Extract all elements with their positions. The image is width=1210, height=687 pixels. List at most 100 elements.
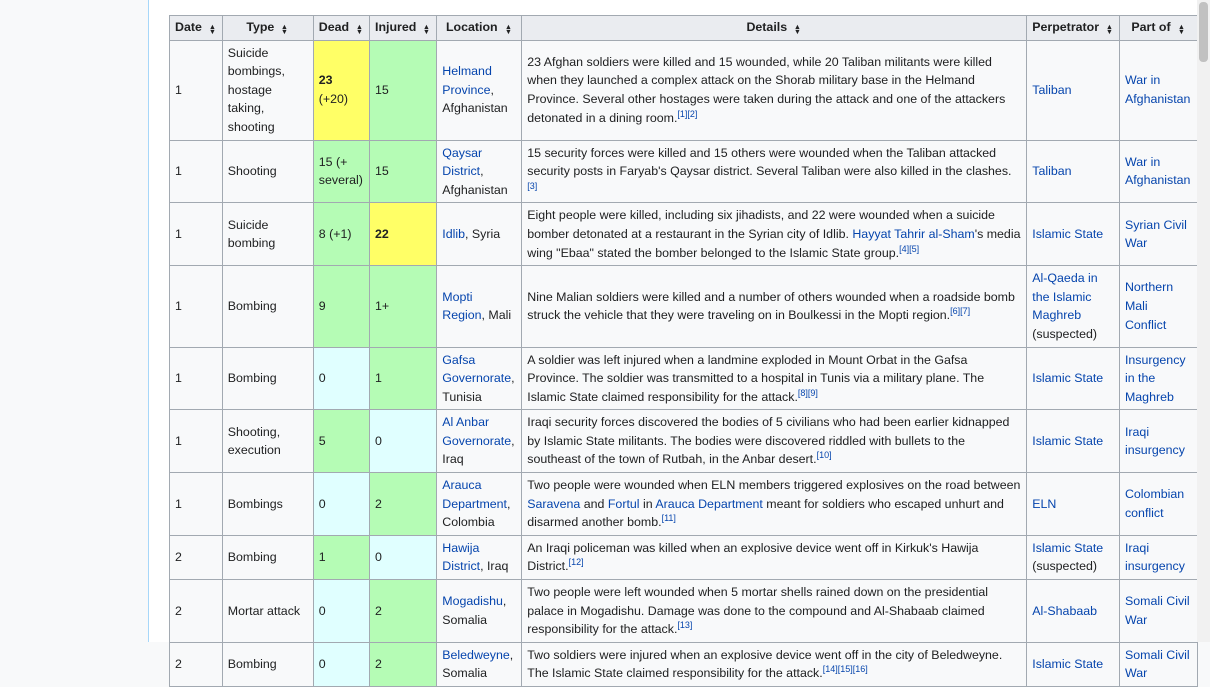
perpetrator-link[interactable]: Taliban — [1032, 164, 1071, 178]
column-header-date[interactable]: Date ▲ ▼ — [169, 15, 223, 41]
date-cell: 1 — [169, 139, 223, 204]
perpetrator-link[interactable]: Islamic State — [1032, 371, 1103, 385]
location-link[interactable]: Idlib — [442, 227, 465, 241]
column-header-location[interactable]: Location ▲ ▼ — [436, 15, 523, 41]
location-link[interactable]: Mogadishu — [442, 594, 503, 608]
sort-icon[interactable]: ▲ ▼ — [355, 23, 364, 35]
location-text: , Iraq — [480, 559, 509, 574]
location-cell: Helmand Province, Afghanistan — [436, 39, 523, 141]
date-cell: 2 — [169, 641, 223, 687]
location-link[interactable]: Mopti Region — [442, 290, 481, 323]
vertical-scrollbar[interactable] — [1197, 0, 1210, 642]
sort-icon[interactable]: ▲ ▼ — [422, 23, 431, 35]
part-of-link[interactable]: Iraqi insurgency — [1125, 425, 1185, 458]
location-link[interactable]: Helmand Province — [442, 64, 492, 97]
details-cell: Two people were left wounded when 5 mort… — [521, 579, 1028, 643]
perpetrator-link[interactable]: Islamic State — [1032, 227, 1103, 241]
scrollbar-thumb[interactable] — [1199, 2, 1208, 62]
dead-count: 5 — [318, 433, 326, 448]
sort-icon[interactable]: ▲ ▼ — [793, 23, 802, 35]
sort-icon[interactable]: ▲ ▼ — [280, 23, 289, 35]
reference-link[interactable]: [1][2] — [677, 109, 697, 119]
details-text: Two soldiers were injured when an explos… — [527, 647, 1003, 681]
location-link[interactable]: Hawija District — [442, 541, 480, 574]
part-of-link[interactable]: Northern Mali Conflict — [1125, 280, 1173, 331]
type-cell: Mortar attack — [221, 579, 314, 643]
column-header-injured[interactable]: Injured ▲ ▼ — [369, 15, 438, 41]
column-header-perpetrator[interactable]: Perpetrator ▲ ▼ — [1026, 15, 1120, 41]
part-of-link[interactable]: Iraqi insurgency — [1125, 541, 1185, 574]
type-cell: Bombing — [221, 265, 314, 348]
details-text: An Iraqi policeman was killed when an ex… — [527, 540, 979, 574]
date-cell: 1 — [169, 39, 223, 141]
location-text: , Mali — [481, 308, 512, 323]
column-header-details[interactable]: Details ▲ ▼ — [521, 15, 1028, 41]
dead-cell: 5 — [312, 409, 371, 474]
reference-link[interactable]: [8][9] — [798, 388, 818, 398]
reference-link[interactable]: [12] — [569, 557, 584, 567]
perpetrator-cell: Taliban — [1026, 39, 1120, 141]
perpetrator-cell: Al-Qaeda in the Islamic Maghreb (suspect… — [1026, 265, 1120, 348]
perpetrator-cell: Islamic State (suspected) — [1026, 534, 1120, 581]
perpetrator-link[interactable]: Al-Qaeda in the Islamic Maghreb — [1032, 271, 1097, 322]
perpetrator-cell: Islamic State — [1026, 409, 1120, 474]
type-cell: Shooting — [221, 139, 314, 204]
details-text: 15 security forces were killed and 15 ot… — [527, 145, 1012, 179]
perpetrator-link[interactable]: ELN — [1032, 497, 1056, 511]
part-of-cell: Iraqi insurgency — [1118, 534, 1198, 581]
part-of-link[interactable]: Syrian Civil War — [1125, 218, 1187, 251]
part-of-link[interactable]: War in Afghanistan — [1125, 73, 1190, 106]
column-header-part-of[interactable]: Part of ▲ ▼ — [1118, 15, 1198, 41]
part-of-cell: War in Afghanistan — [1118, 139, 1198, 204]
part-of-cell: Colombian conflict — [1118, 472, 1198, 536]
location-link[interactable]: Beledweyne — [442, 648, 510, 662]
dead-count: 8 (+1) — [318, 226, 352, 241]
perpetrator-link[interactable]: Islamic State — [1032, 657, 1103, 671]
column-header-dead[interactable]: Dead ▲ ▼ — [312, 15, 371, 41]
details-link[interactable]: Arauca Department — [655, 497, 762, 511]
perpetrator-link[interactable]: Taliban — [1032, 83, 1071, 97]
part-of-link[interactable]: Colombian conflict — [1125, 487, 1184, 520]
article-content: Date ▲ ▼ Type ▲ ▼ Dead ▲ ▼ Injured ▲ ▼ Location ▲ ▼ Det… — [148, 0, 1198, 687]
dead-cell: 8 (+1) — [312, 202, 371, 267]
sort-icon[interactable]: ▲ ▼ — [504, 23, 513, 35]
perpetrator-cell: Islamic State — [1026, 346, 1120, 411]
location-link[interactable]: Qaysar District — [442, 146, 482, 179]
part-of-link[interactable]: Somali Civil War — [1125, 594, 1190, 627]
sort-icon[interactable]: ▲ ▼ — [1105, 23, 1114, 35]
location-link[interactable]: Al Anbar Governorate — [442, 415, 511, 448]
reference-link[interactable]: [6][7] — [950, 306, 970, 316]
part-of-link[interactable]: War in Afghanistan — [1125, 155, 1190, 188]
perpetrator-link[interactable]: Islamic State — [1032, 434, 1103, 448]
part-of-cell: Somali Civil War — [1118, 579, 1198, 643]
reference-link[interactable]: [4][5] — [899, 243, 919, 253]
dead-cell: 1 — [312, 534, 371, 581]
type-cell: Suicide bombings, hostage taking, shooti… — [221, 39, 314, 141]
table-row: 1 Bombings 0 2 Arauca Department, Colombia Tw… — [169, 472, 1198, 536]
type-cell: Bombings — [221, 472, 314, 536]
part-of-link[interactable]: Somali Civil War — [1125, 648, 1190, 681]
reference-link[interactable]: [13] — [677, 620, 692, 630]
injured-cell: 2 — [369, 472, 438, 536]
location-link[interactable]: Arauca Department — [442, 478, 507, 511]
type-cell: Suicide bombing — [221, 202, 314, 267]
reference-link[interactable]: [11] — [662, 513, 676, 523]
sort-icon[interactable]: ▲ ▼ — [1177, 23, 1186, 35]
perpetrator-link[interactable]: Islamic State — [1032, 541, 1103, 555]
details-link[interactable]: Fortul — [608, 497, 640, 511]
reference-link[interactable]: [3] — [527, 181, 537, 191]
column-header-label: Date — [175, 20, 202, 34]
location-link[interactable]: Gafsa Governorate — [442, 353, 511, 386]
details-link[interactable]: Hayyat Tahrir al-Sham — [852, 227, 974, 241]
table-row: 1 Bombing 9 1+ Mopti Region, Mali Nine Malian… — [169, 265, 1198, 348]
location-cell: Arauca Department, Colombia — [436, 472, 523, 536]
sort-icon[interactable]: ▲ ▼ — [208, 23, 217, 35]
details-text: Two people were wounded when ELN members… — [527, 478, 1021, 493]
details-link[interactable]: Saravena — [527, 497, 580, 511]
location-cell: Al Anbar Governorate, Iraq — [436, 409, 523, 474]
reference-link[interactable]: [10] — [817, 450, 832, 460]
perpetrator-link[interactable]: Al-Shabaab — [1032, 604, 1097, 618]
part-of-link[interactable]: Insurgency in the Maghreb — [1125, 353, 1186, 404]
reference-link[interactable]: [14][15][16] — [823, 664, 868, 674]
column-header-type[interactable]: Type ▲ ▼ — [221, 15, 314, 41]
